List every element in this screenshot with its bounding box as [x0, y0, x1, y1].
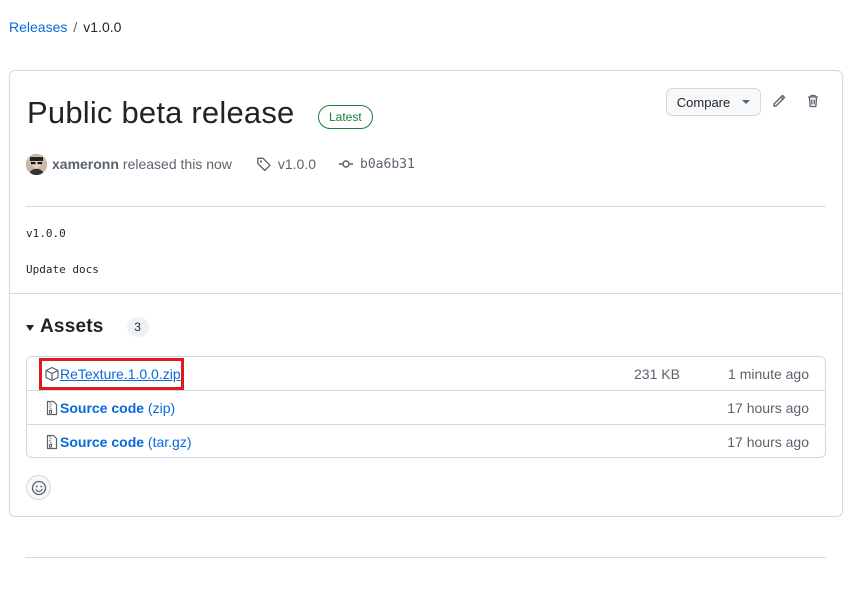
asset-suffix: (tar.gz) — [147, 434, 192, 450]
release-title: Public beta release — [27, 95, 295, 130]
release-commit: b0a6b31 — [360, 156, 415, 172]
asset-name: Source code — [60, 400, 145, 416]
asset-size: 231 KB — [634, 366, 680, 382]
file-zip-icon — [46, 400, 58, 416]
release-body-line: v1.0.0 — [26, 227, 66, 240]
asset-time: 1 minute ago — [728, 366, 809, 382]
highlight-box — [39, 358, 184, 390]
release-meta: xameronn released this now v1.0.0 b0a6b3… — [26, 153, 415, 175]
release-tag-link[interactable]: v1.0.0 — [256, 156, 316, 172]
triangle-down-icon — [26, 325, 34, 331]
release-tag: v1.0.0 — [277, 156, 317, 172]
release-card: Public beta release Latest Compare xamer… — [9, 70, 843, 517]
commit-icon — [339, 160, 354, 168]
breadcrumb-current: v1.0.0 — [83, 19, 122, 35]
assets-title: Assets — [40, 316, 104, 337]
divider — [25, 557, 826, 558]
asset-link-source-targz[interactable]: Source code (tar.gz) — [60, 434, 192, 450]
asset-row: Source code (tar.gz) 17 hours ago — [27, 424, 825, 458]
asset-name: Source code — [60, 434, 145, 450]
asset-row: Source code (zip) 17 hours ago — [27, 390, 825, 424]
file-zip-icon — [46, 434, 58, 450]
assets-toggle[interactable]: Assets 3 — [26, 316, 149, 338]
release-author[interactable]: xameronn — [52, 156, 119, 172]
add-reaction-button[interactable] — [26, 475, 51, 500]
assets-count-badge: 3 — [126, 317, 149, 337]
asset-suffix: (zip) — [147, 400, 176, 416]
divider — [26, 206, 826, 207]
tag-icon — [257, 157, 271, 172]
asset-row: ReTexture.1.0.0.zip 231 KB 1 minute ago — [27, 357, 825, 391]
release-commit-link[interactable]: b0a6b31 — [338, 156, 415, 172]
asset-time: 17 hours ago — [727, 400, 809, 416]
assets-list: ReTexture.1.0.0.zip 231 KB 1 minute ago … — [26, 356, 826, 458]
asset-link-source-zip[interactable]: Source code (zip) — [60, 400, 175, 416]
smiley-icon — [31, 480, 46, 495]
breadcrumb-separator: / — [73, 19, 78, 35]
breadcrumb: Releases / v1.0.0 — [9, 19, 121, 35]
delete-button[interactable] — [803, 91, 823, 111]
trash-icon — [808, 94, 818, 108]
latest-badge: Latest — [318, 105, 373, 129]
released-text: released this now — [122, 156, 232, 172]
asset-time: 17 hours ago — [727, 434, 809, 450]
pencil-icon — [773, 94, 786, 107]
compare-button[interactable]: Compare — [666, 88, 761, 116]
avatar[interactable] — [26, 153, 47, 175]
release-body-line: Update docs — [26, 263, 99, 276]
caret-down-icon — [742, 100, 751, 104]
breadcrumb-releases-link[interactable]: Releases — [9, 19, 67, 35]
divider — [10, 293, 842, 294]
edit-button[interactable] — [769, 91, 789, 111]
compare-label: Compare — [676, 94, 731, 110]
